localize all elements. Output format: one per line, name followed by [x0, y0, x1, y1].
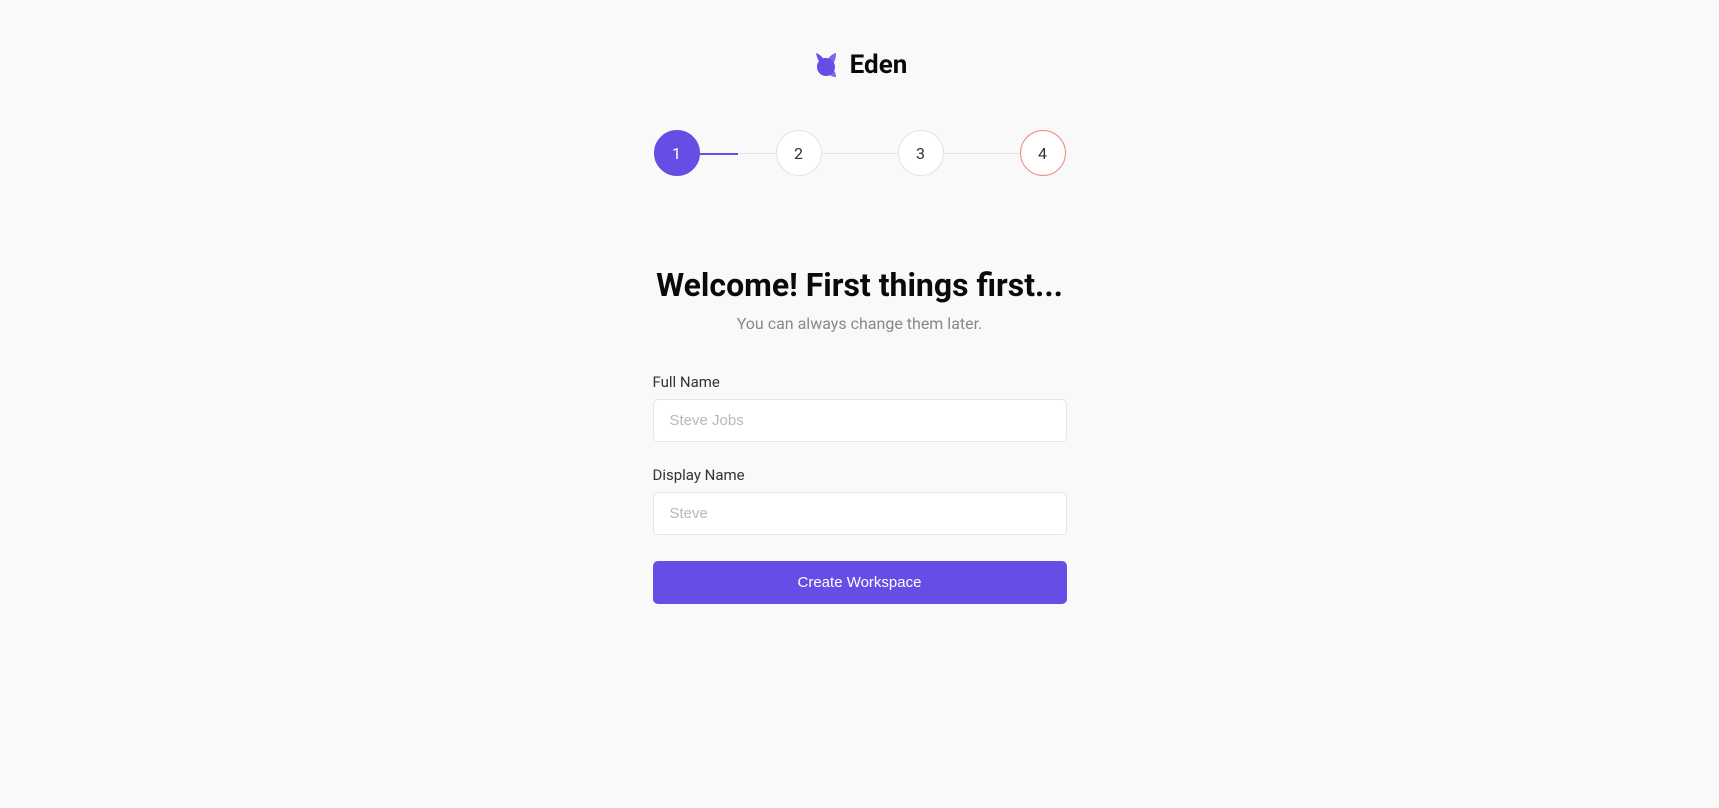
step-connector-3: [944, 153, 1020, 154]
brand-name: Eden: [850, 50, 908, 80]
full-name-group: Full Name: [653, 373, 1067, 442]
leaf-logo-icon: [812, 51, 840, 79]
step-2[interactable]: 2: [776, 130, 822, 176]
step-3[interactable]: 3: [898, 130, 944, 176]
full-name-label: Full Name: [653, 373, 1067, 391]
page-title: Welcome! First things first...: [653, 266, 1067, 304]
header: Eden: [812, 50, 908, 80]
stepper: 1 2 3 4: [654, 130, 1066, 176]
display-name-label: Display Name: [653, 466, 1067, 484]
step-connector-1: [700, 153, 776, 154]
step-4[interactable]: 4: [1020, 130, 1066, 176]
display-name-input[interactable]: [653, 492, 1067, 535]
content: Welcome! First things first... You can a…: [653, 266, 1067, 604]
step-connector-2: [822, 153, 898, 154]
display-name-group: Display Name: [653, 466, 1067, 535]
full-name-input[interactable]: [653, 399, 1067, 442]
page-subtitle: You can always change them later.: [653, 314, 1067, 333]
create-workspace-button[interactable]: Create Workspace: [653, 561, 1067, 604]
step-1[interactable]: 1: [654, 130, 700, 176]
